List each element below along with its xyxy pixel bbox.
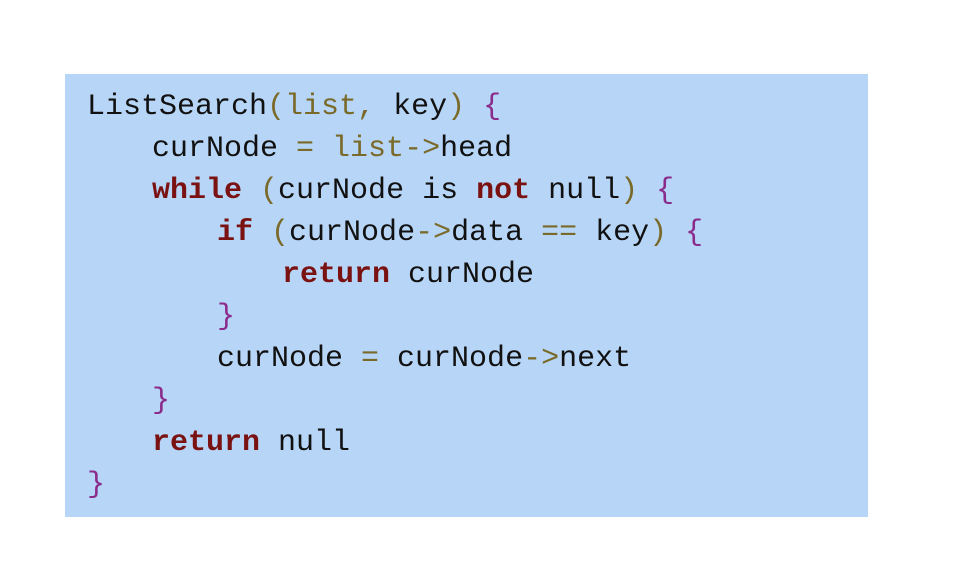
function-name: ListSearch xyxy=(87,90,268,124)
arrow-operator: -> xyxy=(415,216,452,250)
open-paren: ( xyxy=(260,174,279,208)
object-curnode: curNode xyxy=(289,216,416,250)
assign-operator: = xyxy=(343,342,398,376)
key-identifier: key xyxy=(595,216,650,250)
code-line-5: return curNode xyxy=(87,254,868,296)
comma: , xyxy=(357,90,376,124)
equality-operator: == xyxy=(523,216,596,250)
close-paren: ) xyxy=(447,90,466,124)
code-line-1: ListSearch(list, key) { xyxy=(87,86,868,128)
code-line-8: } xyxy=(87,380,868,422)
open-paren: ( xyxy=(271,216,290,250)
variable: curNode xyxy=(217,342,344,376)
close-paren: ) xyxy=(649,216,668,250)
code-line-10: } xyxy=(87,464,868,506)
open-brace: { xyxy=(656,174,675,208)
return-value: null xyxy=(260,426,351,460)
code-line-7: curNode = curNode->next xyxy=(87,338,868,380)
field-next: next xyxy=(559,342,632,376)
assign-operator: = xyxy=(278,132,333,166)
object-curnode: curNode xyxy=(397,342,524,376)
condition-null: null xyxy=(530,174,621,208)
code-line-9: return null xyxy=(87,422,868,464)
keyword-return: return xyxy=(152,426,261,460)
close-brace: } xyxy=(217,300,236,334)
variable: curNode xyxy=(152,132,279,166)
keyword-not: not xyxy=(476,174,531,208)
open-brace: { xyxy=(483,90,502,124)
object-list: list xyxy=(332,132,405,166)
close-brace: } xyxy=(152,384,171,418)
arrow-operator: -> xyxy=(404,132,441,166)
open-brace: { xyxy=(685,216,704,250)
keyword-return: return xyxy=(282,258,391,292)
keyword-while: while xyxy=(152,174,243,208)
code-line-6: } xyxy=(87,296,868,338)
keyword-if: if xyxy=(217,216,254,250)
return-value: curNode xyxy=(390,258,535,292)
open-paren: ( xyxy=(267,90,286,124)
param-list: list xyxy=(285,90,358,124)
field-data: data xyxy=(451,216,524,250)
code-line-2: curNode = list->head xyxy=(87,128,868,170)
field-head: head xyxy=(440,132,513,166)
code-line-4: if (curNode->data == key) { xyxy=(87,212,868,254)
close-brace: } xyxy=(87,468,106,502)
param-key: key xyxy=(375,90,448,124)
code-line-3: while (curNode is not null) { xyxy=(87,170,868,212)
arrow-operator: -> xyxy=(523,342,560,376)
condition-text: curNode is xyxy=(278,174,477,208)
close-paren: ) xyxy=(620,174,639,208)
code-panel: ListSearch(list, key) { curNode = list->… xyxy=(65,74,868,517)
